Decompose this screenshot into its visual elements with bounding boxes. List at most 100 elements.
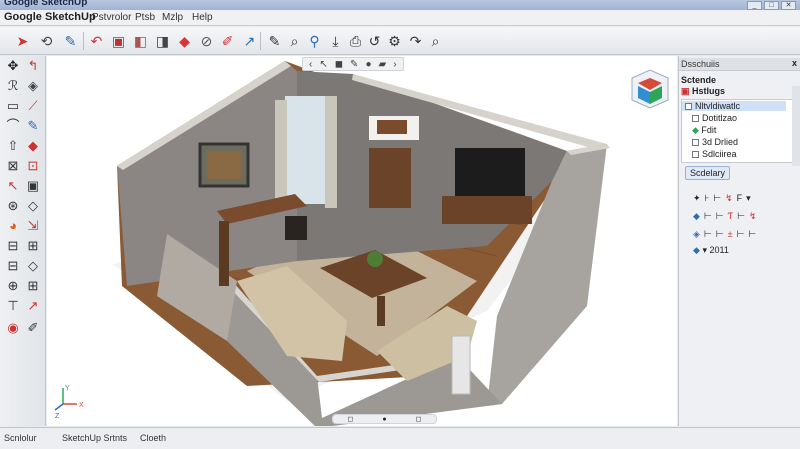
tree-item[interactable]: Nltvldiwatlc bbox=[685, 101, 740, 111]
scene-tool-2[interactable]: ✎ bbox=[350, 59, 358, 70]
section-tool-icon[interactable]: ⊕ bbox=[4, 276, 22, 294]
pin-icon[interactable]: ⚲ bbox=[304, 30, 325, 51]
edit-icon[interactable]: ✎ bbox=[264, 30, 285, 51]
box-solid-icon[interactable]: ◨ bbox=[152, 30, 173, 51]
gear-icon[interactable]: ⚙ bbox=[384, 30, 405, 51]
minimize-button[interactable]: _ bbox=[747, 1, 762, 10]
paint-icon[interactable]: ✎ bbox=[60, 30, 81, 51]
axes-tool-icon[interactable]: ⊤ bbox=[4, 296, 22, 314]
pencil-tool-icon[interactable]: ℛ bbox=[4, 76, 22, 94]
scene-tool-4[interactable]: ▰ bbox=[378, 59, 386, 70]
protractor-tool-icon[interactable]: ◇ bbox=[24, 196, 42, 214]
eraser-tool-icon[interactable]: ↰ bbox=[24, 56, 42, 74]
tool-icon[interactable]: ✦ bbox=[693, 193, 705, 203]
tool-icon[interactable]: ◆ bbox=[693, 245, 700, 255]
tool-icon[interactable]: ⊦ bbox=[705, 193, 714, 203]
eraser-red-icon[interactable]: ◆ bbox=[174, 30, 195, 51]
maximize-button[interactable]: □ bbox=[764, 1, 779, 10]
tray-scrollbar[interactable] bbox=[792, 86, 800, 166]
tool-icon[interactable]: ◆ bbox=[693, 211, 704, 221]
select-tool-icon[interactable]: ✥ bbox=[4, 56, 22, 74]
zoom-tool-icon[interactable]: ⊞ bbox=[24, 276, 42, 294]
model-viewport[interactable]: X Y Z ‹ ↖ ◼ ✎ ● ▰ › ◻ ● ◻ bbox=[47, 56, 677, 426]
back-button[interactable]: ↖ bbox=[319, 59, 327, 70]
eraser-icon[interactable]: ⟲ bbox=[36, 30, 57, 51]
box-icon[interactable]: ◧ bbox=[130, 30, 151, 51]
position-camera-tool-icon[interactable]: ↗ bbox=[24, 296, 42, 314]
rotate-tool-icon[interactable]: ⊡ bbox=[24, 156, 42, 174]
print-icon[interactable]: ⎙ bbox=[345, 30, 366, 51]
dimension-tool-icon[interactable]: ⊟ bbox=[4, 236, 22, 254]
line-tool-icon[interactable]: ⟋ bbox=[24, 96, 42, 114]
tool-icon[interactable]: ⊢ bbox=[704, 211, 716, 221]
menu-item-help[interactable]: Help bbox=[192, 12, 213, 23]
walk-tool-icon[interactable]: ⊟ bbox=[4, 256, 22, 274]
tab-scenes[interactable]: Scdelary bbox=[685, 166, 731, 180]
scene-tool-1[interactable]: ◼ bbox=[335, 59, 343, 70]
offset-tool-icon[interactable]: ▣ bbox=[24, 176, 42, 194]
tool-icon[interactable]: ⊢ bbox=[737, 229, 749, 239]
tool-icon[interactable]: ⊢ bbox=[748, 229, 760, 239]
checkbox-icon[interactable] bbox=[692, 139, 699, 147]
tool-icon[interactable]: ◈ bbox=[693, 229, 704, 239]
tool-icon[interactable]: ⊢ bbox=[716, 229, 728, 239]
pencil-icon[interactable]: ✐ bbox=[217, 30, 238, 51]
zoom-icon[interactable]: ⌕ bbox=[284, 30, 305, 51]
view-control-1[interactable]: ◻ bbox=[348, 415, 354, 423]
close-button[interactable]: ✕ bbox=[781, 1, 796, 10]
look-tool-icon[interactable]: ◇ bbox=[24, 256, 42, 274]
scale-tool-icon[interactable]: ↖ bbox=[4, 176, 22, 194]
prev-scene-button[interactable]: ‹ bbox=[309, 59, 312, 70]
view-control-2[interactable]: ● bbox=[382, 416, 386, 423]
tray-close-button[interactable]: x bbox=[792, 58, 797, 68]
checkbox-icon[interactable] bbox=[692, 151, 699, 159]
tool-icon[interactable]: ▾ bbox=[746, 193, 755, 203]
tape-icon[interactable]: ⊘ bbox=[196, 30, 217, 51]
download-icon[interactable]: ⤓ bbox=[325, 30, 346, 51]
tree-item[interactable]: Dotitlzao bbox=[692, 113, 737, 123]
tool-icon[interactable]: ▾ bbox=[702, 245, 707, 255]
rotate-icon[interactable]: ↺ bbox=[364, 30, 385, 51]
tool-icon[interactable]: ± bbox=[728, 229, 737, 239]
scene-tool-3[interactable]: ● bbox=[365, 59, 371, 70]
redo-icon[interactable]: ↷ bbox=[405, 30, 426, 51]
record-icon[interactable]: ◉ bbox=[4, 318, 22, 336]
tool-icon[interactable]: Ƭ bbox=[728, 211, 738, 221]
select-icon[interactable]: ➤ bbox=[12, 30, 33, 51]
tree-item[interactable]: ◆ Fdit bbox=[692, 125, 716, 136]
tool-icon[interactable]: ⊢ bbox=[713, 193, 725, 203]
checkbox-icon[interactable] bbox=[692, 115, 699, 123]
tape-tool-icon[interactable]: ⊛ bbox=[4, 196, 22, 214]
tree-item[interactable]: Sdlciirea bbox=[692, 149, 737, 159]
pen-tool-icon[interactable]: ✎ bbox=[24, 116, 42, 134]
search-icon[interactable]: ⌕ bbox=[425, 30, 446, 51]
follow-me-tool-icon[interactable]: ◆ bbox=[24, 136, 42, 154]
undo-icon[interactable]: ↶ bbox=[86, 30, 107, 51]
arc-tool-icon[interactable]: ⌒ bbox=[4, 116, 22, 134]
tree-item[interactable]: 3d Drlied bbox=[692, 137, 738, 147]
pencil-small-icon[interactable]: ✐ bbox=[24, 318, 42, 336]
tool-icon[interactable]: ↯ bbox=[749, 211, 761, 221]
tool-icon[interactable]: ⊢ bbox=[716, 211, 728, 221]
rectangle-tool-icon[interactable]: ▭ bbox=[4, 96, 22, 114]
menu-item-2[interactable]: Ptsb bbox=[135, 12, 155, 23]
arrow-icon[interactable]: ↗ bbox=[239, 30, 260, 51]
menu-item-3[interactable]: Mzlp bbox=[162, 12, 183, 23]
push-pull-icon[interactable]: ▣ bbox=[108, 30, 129, 51]
orbit-tool-icon[interactable]: ◕ bbox=[4, 216, 22, 234]
paint-tool-icon[interactable]: ◈ bbox=[24, 76, 42, 94]
tool-icon[interactable]: F bbox=[737, 193, 747, 203]
text-tool-icon[interactable]: ⊞ bbox=[24, 236, 42, 254]
outliner-tree: Nltvldiwatlc Dotitlzao ◆ Fdit 3d Drlied … bbox=[681, 99, 797, 163]
move-tool-icon[interactable]: ⊠ bbox=[4, 156, 22, 174]
pan-tool-icon[interactable]: ⇲ bbox=[24, 216, 42, 234]
next-scene-button[interactable]: › bbox=[393, 59, 396, 70]
desk-chair bbox=[285, 216, 307, 240]
checkbox-icon[interactable] bbox=[685, 103, 692, 111]
push-tool-icon[interactable]: ⇧ bbox=[4, 136, 22, 154]
tool-icon[interactable]: ⊢ bbox=[704, 229, 716, 239]
tool-icon[interactable]: ⊢ bbox=[737, 211, 749, 221]
tool-icon[interactable]: ↯ bbox=[725, 193, 737, 203]
menu-item-1[interactable]: Pstvrolor bbox=[92, 12, 131, 23]
view-control-3[interactable]: ◻ bbox=[416, 415, 422, 423]
